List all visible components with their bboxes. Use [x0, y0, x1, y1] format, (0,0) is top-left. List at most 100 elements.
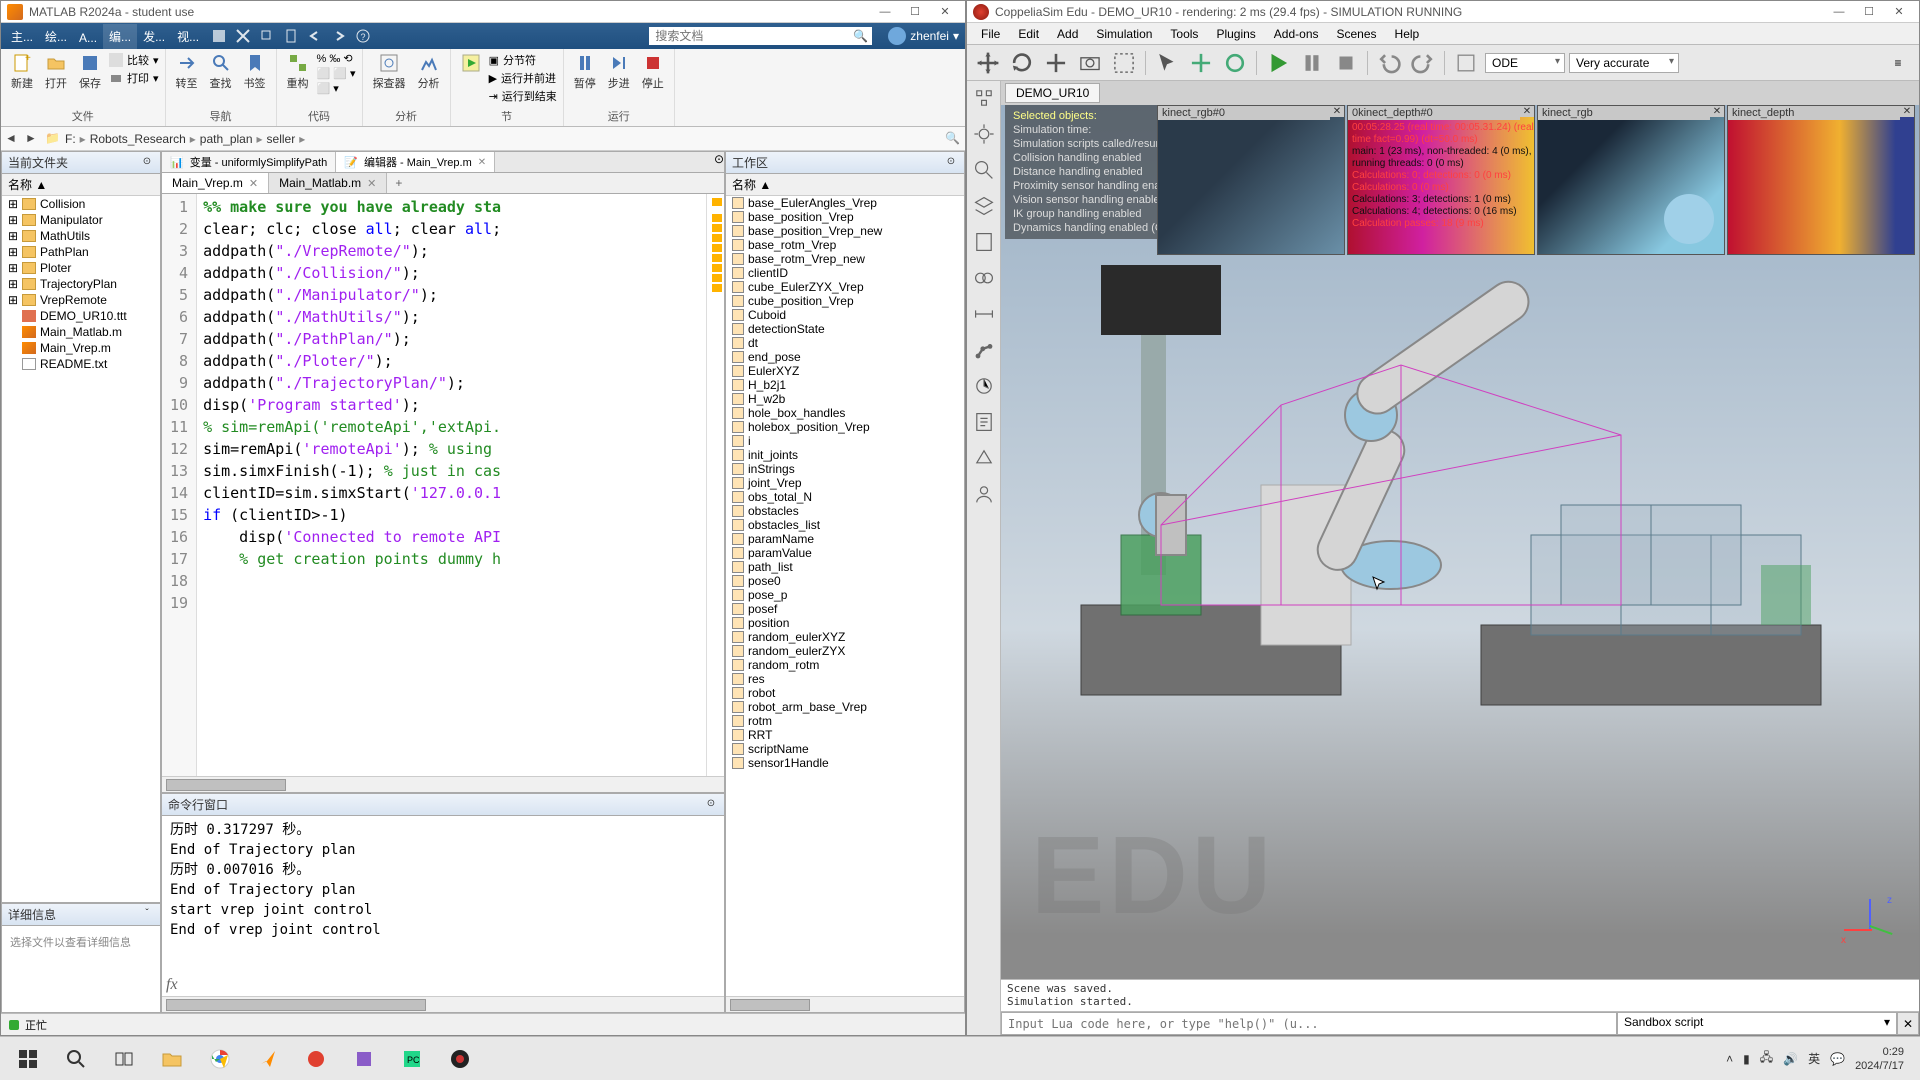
notification-icon[interactable]: 💬 [1830, 1052, 1845, 1066]
marker-column[interactable] [706, 194, 724, 776]
workspace-column-header[interactable]: 名称 ▲ [726, 174, 964, 196]
goto-button[interactable]: 转至 [172, 51, 202, 93]
workspace-var[interactable]: cube_EulerZYX_Vrep [726, 280, 964, 294]
workspace-var[interactable]: joint_Vrep [726, 476, 964, 490]
workspace-var[interactable]: robot_arm_base_Vrep [726, 700, 964, 714]
find-button[interactable]: 查找 [206, 51, 236, 93]
collision-button[interactable] [971, 265, 997, 291]
command-prompt[interactable]: fx [162, 974, 724, 996]
volume-icon[interactable]: 🔊 [1783, 1052, 1798, 1066]
workspace-var[interactable]: base_rotm_Vrep [726, 238, 964, 252]
menu-add-ons[interactable]: Add-ons [1266, 25, 1327, 43]
coppelia-log[interactable]: Scene was saved.Simulation started. [1001, 979, 1919, 1011]
camera-button[interactable] [1075, 49, 1105, 77]
detail-pane-title[interactable]: 详细信息ˇ [2, 904, 160, 926]
search-taskbar-button[interactable] [52, 1039, 100, 1079]
run-to-end-button[interactable]: ⇥ 运行到结束 [489, 87, 557, 105]
menu-plugins[interactable]: Plugins [1208, 25, 1263, 43]
workspace-list[interactable]: base_EulerAngles_Vrepbase_position_Vrepb… [726, 196, 964, 996]
explorer-taskbar-button[interactable] [148, 1039, 196, 1079]
undo-button[interactable] [1374, 49, 1404, 77]
workspace-var[interactable]: cube_position_Vrep [726, 294, 964, 308]
distance-button[interactable] [971, 301, 997, 327]
workspace-var[interactable]: base_position_Vrep_new [726, 224, 964, 238]
menu-edit[interactable]: Edit [1010, 25, 1047, 43]
section-break-button[interactable]: ▣ 分节符 [489, 51, 557, 69]
folder-list[interactable]: ⊞Collision⊞Manipulator⊞MathUtils⊞PathPla… [2, 196, 160, 902]
save-button[interactable]: 保存 [75, 51, 105, 93]
redo-icon[interactable] [331, 28, 347, 44]
move-obj-button[interactable] [1186, 49, 1216, 77]
layers-button[interactable] [971, 193, 997, 219]
explorer-button[interactable]: 探查器 [369, 51, 410, 93]
workspace-var[interactable]: H_w2b [726, 392, 964, 406]
close-icon[interactable]: ✕ [367, 177, 376, 190]
toolbar-more-button[interactable]: ≡ [1883, 49, 1913, 77]
lua-input[interactable] [1001, 1012, 1617, 1035]
workspace-var[interactable]: paramValue [726, 546, 964, 560]
run-section-button[interactable] [457, 51, 485, 77]
workspace-var[interactable]: hole_box_handles [726, 406, 964, 420]
workspace-var[interactable]: obstacles [726, 504, 964, 518]
search-icon[interactable]: 🔍 [849, 29, 872, 43]
workspace-var[interactable]: base_EulerAngles_Vrep [726, 196, 964, 210]
menu-simulation[interactable]: Simulation [1088, 25, 1160, 43]
variable-tab[interactable]: 📊 变量 - uniformlySimplifyPath [162, 152, 336, 172]
stop-sim-button[interactable] [1331, 49, 1361, 77]
doc-search-input[interactable] [649, 27, 849, 45]
breadcrumb-3[interactable]: seller [267, 132, 296, 146]
menu-add[interactable]: Add [1049, 25, 1086, 43]
folder-pane-title[interactable]: 当前文件夹⊙ [2, 152, 160, 174]
workspace-var[interactable]: base_position_Vrep [726, 210, 964, 224]
editor-file-tab-1[interactable]: Main_Vrep.m✕ [162, 173, 269, 193]
user-settings-button[interactable] [971, 481, 997, 507]
system-tray[interactable]: ˄ ▮ 🖧 🔊 英 💬 0:29 2024/7/17 [1714, 1045, 1916, 1073]
paste-icon[interactable] [283, 28, 299, 44]
file-item[interactable]: DEMO_UR10.ttt [2, 308, 160, 324]
menu-scenes[interactable]: Scenes [1329, 25, 1385, 43]
workspace-var[interactable]: path_list [726, 560, 964, 574]
workspace-var[interactable]: obs_total_N [726, 490, 964, 504]
tab-home[interactable]: 主... [5, 24, 39, 49]
battery-icon[interactable]: ▮ [1743, 1052, 1750, 1066]
pane-menu-icon[interactable]: ⊙ [140, 156, 154, 170]
pane-menu-icon[interactable]: ⊙ [944, 156, 958, 170]
pane-collapse-icon[interactable]: ˇ [140, 908, 154, 922]
print-button[interactable]: 打印 ▾ [109, 69, 159, 87]
folder-item[interactable]: ⊞VrepRemote [2, 292, 160, 308]
task-view-button[interactable] [100, 1039, 148, 1079]
workspace-var[interactable]: detectionState [726, 322, 964, 336]
workspace-var[interactable]: random_rotm [726, 658, 964, 672]
rotate-button[interactable] [1007, 49, 1037, 77]
editor-tab[interactable]: 📝 编辑器 - Main_Vrep.m✕ [336, 152, 495, 172]
close-icon[interactable]: ✕ [249, 177, 258, 190]
breadcrumb-2[interactable]: path_plan [200, 132, 253, 146]
workspace-var[interactable]: random_eulerZYX [726, 644, 964, 658]
compare-button[interactable]: 比较 ▾ [109, 51, 159, 69]
calc-button[interactable] [971, 229, 997, 255]
workspace-var[interactable]: RRT [726, 728, 964, 742]
pycharm-taskbar-button[interactable]: PC [388, 1039, 436, 1079]
tab-editor[interactable]: 编... [103, 24, 137, 49]
analyze-button[interactable]: 分析 [414, 51, 444, 93]
ws-hscroll[interactable] [726, 996, 964, 1012]
code-fmt-row1[interactable]: % ‰ ⟲ [317, 51, 356, 66]
matlab-titlebar[interactable]: MATLAB R2024a - student use — ☐ ✕ [1, 1, 965, 23]
close-button[interactable]: ✕ [1885, 3, 1913, 21]
menu-tools[interactable]: Tools [1162, 25, 1206, 43]
add-tab-button[interactable]: + [387, 174, 410, 192]
maximize-button[interactable]: ☐ [901, 3, 929, 21]
user-menu[interactable]: zhenfei ▾ [888, 27, 959, 45]
coppelia-titlebar[interactable]: CoppeliaSim Edu - DEMO_UR10 - rendering:… [967, 1, 1919, 23]
close-icon[interactable]: ✕ [478, 157, 486, 168]
code-fmt-row3[interactable]: ⬜ ▾ [317, 81, 356, 96]
workspace-var[interactable]: clientID [726, 266, 964, 280]
file-item[interactable]: README.txt [2, 356, 160, 372]
breadcrumb-drive[interactable]: F: [65, 132, 76, 146]
file-item[interactable]: Main_Vrep.m [2, 340, 160, 356]
editor-hscroll[interactable] [162, 776, 724, 792]
physics-engine-select[interactable]: ODE [1485, 53, 1565, 73]
close-icon[interactable]: ✕ [1520, 106, 1534, 117]
copy-icon[interactable] [259, 28, 275, 44]
folder-item[interactable]: ⊞MathUtils [2, 228, 160, 244]
